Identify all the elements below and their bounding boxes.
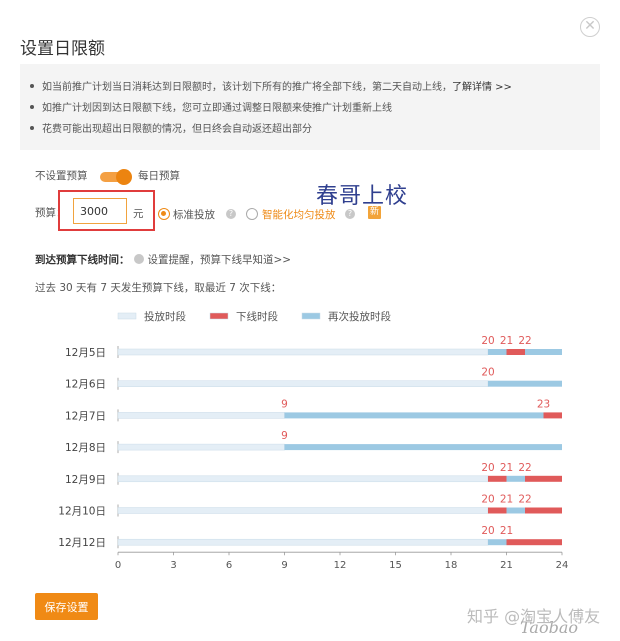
timeline-segment (284, 444, 562, 451)
timeline-segment (525, 349, 562, 355)
hour-label: 20 (481, 494, 494, 506)
toggle-knob (116, 169, 132, 185)
handwritten-watermark: 春哥上校 (316, 184, 409, 209)
offline-alert-row: 到达预算下线时间： 设置提醒，预算下线早知道>> (35, 252, 291, 267)
timeline-segment (117, 475, 489, 483)
legend-label: 再次投放时段 (328, 310, 391, 323)
budget-unit: 元 (133, 208, 144, 220)
row-date-label: 12月12日 (58, 537, 106, 549)
bullet-icon (30, 105, 34, 109)
budget-dialog: 设置日限额 ✕ 如当前推广计划当日消耗达到日限额时，该计划下所有的推广将全部下线… (0, 0, 620, 641)
legend-swatch (117, 312, 137, 320)
offline-timeline-chart: 投放时段 下线时段 再次投放时段 0 3 6 9 12 15 18 21 24 12月5日 20 21 22 1… (58, 310, 569, 571)
legend-label: 投放时段 (144, 310, 186, 323)
help-icon[interactable]: ? (226, 209, 236, 219)
hour-label: 20 (481, 462, 494, 474)
brand-watermark: Taobao (520, 618, 579, 637)
hour-label: 21 (500, 335, 513, 347)
close-icon[interactable]: ✕ (580, 17, 600, 37)
row-date-label: 12月6日 (65, 379, 106, 391)
timeline-segment (117, 348, 489, 356)
hour-label: 20 (481, 335, 494, 347)
timeline-segment (506, 349, 525, 355)
timeline-segment (506, 539, 562, 546)
x-tick-label: 6 (226, 560, 232, 571)
no-budget-label: 不设置预算 (35, 170, 88, 182)
timeline-segment (488, 475, 507, 482)
standard-delivery-label[interactable]: 标准投放 (173, 207, 215, 222)
timeline-segment (488, 380, 562, 387)
hour-label: 21 (500, 494, 513, 506)
budget-input[interactable] (73, 198, 127, 224)
legend-swatch (209, 312, 229, 320)
timeline-segment (525, 507, 562, 514)
hour-label: 22 (518, 494, 531, 506)
x-tick-label: 18 (445, 560, 458, 571)
row-date-label: 12月5日 (65, 347, 106, 359)
timeline-segment (543, 412, 562, 419)
hour-label: 9 (281, 398, 288, 410)
timeline-segment (117, 507, 489, 514)
hour-label: 22 (518, 335, 531, 347)
timeline-segment (284, 412, 544, 419)
hour-label: 20 (481, 367, 494, 379)
offline-time-label: 到达预算下线时间： (35, 254, 130, 266)
timeline-segment (117, 443, 285, 451)
timeline-segment (488, 349, 507, 355)
timeline-segment (506, 507, 525, 514)
timeline-segment (506, 475, 525, 482)
legend-swatch (301, 312, 321, 320)
help-icon[interactable]: ? (345, 209, 355, 219)
notice-item: 如当前推广计划当日消耗达到日限额时，该计划下所有的推广将全部下线，第二天自动上线… (30, 77, 600, 98)
timeline-segment (488, 507, 507, 514)
notice-item: 如推广计划因到达日限额下线，您可立即通过调整日限额来使推广计划重新上线 (30, 98, 600, 119)
learn-more-link[interactable]: 了解详情 >> (452, 82, 512, 93)
bullet-icon (30, 126, 34, 130)
set-reminder-link[interactable]: 设置提醒，预算下线早知道>> (148, 254, 292, 266)
offline-summary: 过去 30 天有 7 天发生预算下线，取最近 7 次下线： (35, 282, 282, 294)
hour-label: 9 (281, 430, 288, 442)
x-tick-label: 9 (281, 560, 287, 571)
save-button[interactable]: 保存设置 (35, 593, 98, 620)
help-icon[interactable] (133, 254, 144, 264)
daily-budget-label: 每日预算 (138, 170, 180, 182)
hour-label: 21 (500, 462, 513, 474)
hour-label: 23 (537, 398, 550, 410)
row-date-label: 12月7日 (65, 410, 106, 422)
smart-delivery-label[interactable]: 智能化均匀投放 (262, 207, 336, 222)
x-tick-label: 0 (115, 560, 121, 571)
x-tick-label: 15 (389, 560, 402, 571)
notice-box: 如当前推广计划当日消耗达到日限额时，该计划下所有的推广将全部下线，第二天自动上线… (20, 64, 600, 150)
legend-label: 下线时段 (236, 310, 278, 323)
timeline-segment (117, 412, 285, 419)
x-tick-label: 24 (556, 560, 569, 571)
budget-toggle[interactable] (100, 169, 132, 185)
hour-label: 21 (500, 525, 513, 537)
x-tick-label: 21 (500, 560, 513, 571)
x-tick-label: 3 (170, 560, 176, 571)
row-date-label: 12月10日 (58, 506, 106, 518)
timeline-segment (117, 380, 489, 387)
standard-delivery-radio[interactable] (158, 208, 170, 220)
smart-delivery-radio[interactable] (246, 208, 258, 220)
hour-label: 20 (481, 525, 494, 537)
row-date-label: 12月8日 (65, 442, 106, 454)
notice-item: 花费可能出现超出日限额的情况，但日终会自动返还超出部分 (30, 119, 600, 140)
row-date-label: 12月9日 (65, 474, 106, 486)
timeline-segment (488, 539, 507, 546)
timeline-segment (117, 538, 489, 546)
hour-label: 22 (518, 462, 531, 474)
dialog-title: 设置日限额 (20, 39, 105, 59)
x-tick-label: 12 (334, 560, 347, 571)
bullet-icon (30, 84, 34, 88)
timeline-segment (525, 475, 562, 482)
new-badge: 新 (368, 206, 381, 219)
